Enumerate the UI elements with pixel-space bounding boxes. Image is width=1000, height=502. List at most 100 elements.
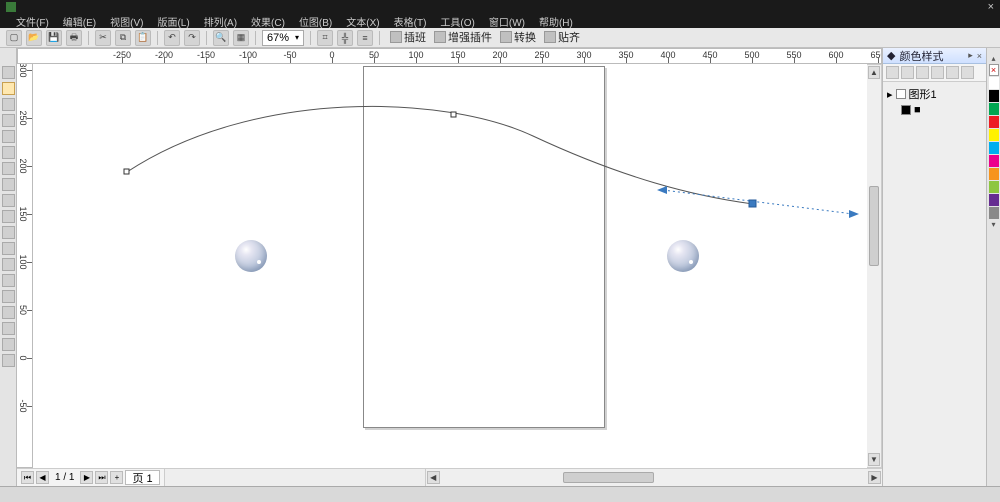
plugin-button[interactable]: 增强插件 (430, 29, 496, 45)
polygon-tool[interactable] (2, 194, 15, 207)
vertical-scrollbar[interactable]: ▲ ▼ (867, 64, 882, 468)
rectangle-tool[interactable] (2, 162, 15, 175)
color-swatch[interactable] (989, 207, 999, 219)
menu-item[interactable]: 工具(O) (440, 14, 474, 29)
text-tool[interactable] (2, 226, 15, 239)
horizontal-scrollbar[interactable]: ◀ ▶ (425, 469, 882, 486)
crop-tool[interactable] (2, 98, 15, 111)
panel-menu-icon[interactable]: ▸ (968, 50, 973, 61)
expand-icon[interactable]: ▸ (887, 88, 893, 101)
color-swatch[interactable] (989, 90, 999, 102)
grid-icon[interactable]: ▦ (233, 30, 249, 46)
panel-close-icon[interactable]: × (977, 51, 982, 61)
plugin-page-icon (500, 31, 512, 43)
freehand-tool[interactable] (2, 130, 15, 143)
smart-fill-tool[interactable] (2, 146, 15, 159)
scroll-down-icon[interactable]: ▼ (868, 453, 880, 466)
color-swatch[interactable] (989, 77, 999, 89)
color-swatch[interactable] (989, 116, 999, 128)
plugin-page-icon (390, 31, 402, 43)
zoom-tool[interactable] (2, 114, 15, 127)
cut-icon[interactable]: ✂ (95, 30, 111, 46)
interactive-fill-tool[interactable] (2, 354, 15, 367)
palette-down-icon[interactable]: ▾ (991, 220, 995, 229)
window-close-icon[interactable]: × (988, 1, 994, 13)
redo-icon[interactable]: ↷ (184, 30, 200, 46)
connector-tool[interactable] (2, 274, 15, 287)
scroll-right-icon[interactable]: ▶ (868, 471, 881, 484)
panel-tool-3[interactable] (916, 66, 929, 79)
color-swatch[interactable] (989, 155, 999, 167)
color-swatch[interactable] (989, 194, 999, 206)
guide-icon[interactable]: ╬ (337, 30, 353, 46)
align-icon[interactable]: ≡ (357, 30, 373, 46)
menu-item[interactable]: 位图(B) (299, 14, 332, 29)
save-icon[interactable]: 💾 (46, 30, 62, 46)
page-add-icon[interactable]: + (110, 471, 123, 484)
fill-tool[interactable] (2, 338, 15, 351)
menu-item[interactable]: 编辑(E) (63, 14, 96, 29)
outline-tool[interactable] (2, 322, 15, 335)
hscroll-thumb[interactable] (563, 472, 654, 483)
chevron-down-icon: ▾ (295, 33, 299, 42)
interactive-tool[interactable] (2, 290, 15, 303)
scroll-thumb[interactable] (869, 186, 879, 266)
scroll-left-icon[interactable]: ◀ (427, 471, 440, 484)
palette-up-icon[interactable]: ▴ (991, 54, 995, 63)
scroll-up-icon[interactable]: ▲ (868, 66, 880, 79)
basic-shapes-tool[interactable] (2, 210, 15, 223)
edit-curve-overlay (33, 64, 882, 468)
new-icon[interactable]: ▢ (6, 30, 22, 46)
menu-item[interactable]: 窗口(W) (489, 14, 525, 29)
menu-item[interactable]: 表格(T) (394, 14, 427, 29)
shape-tool[interactable] (2, 82, 15, 95)
undo-icon[interactable]: ↶ (164, 30, 180, 46)
zoom-value: 67% (267, 32, 289, 44)
canvas[interactable] (33, 64, 882, 468)
pick-tool[interactable] (2, 66, 15, 79)
search-icon[interactable]: 🔍 (213, 30, 229, 46)
snap-icon[interactable]: ⌗ (317, 30, 333, 46)
menu-item[interactable]: 效果(C) (251, 14, 285, 29)
menu-item[interactable]: 文本(X) (346, 14, 379, 29)
menu-item[interactable]: 帮助(H) (539, 14, 573, 29)
table-tool[interactable] (2, 242, 15, 255)
menu-item[interactable]: 排列(A) (204, 14, 237, 29)
color-swatch[interactable] (989, 168, 999, 180)
plugin-button[interactable]: 贴齐 (540, 29, 584, 45)
ellipse-tool[interactable] (2, 178, 15, 191)
layer-row[interactable]: ▸ 图形1 (887, 86, 982, 102)
no-fill-swatch[interactable]: × (989, 64, 999, 76)
page-last-icon[interactable]: ⏭ (95, 471, 108, 484)
plugin-button[interactable]: 插班 (386, 29, 430, 45)
panel-tool-4[interactable] (931, 66, 944, 79)
node-start[interactable] (124, 169, 129, 174)
eyedropper-tool[interactable] (2, 306, 15, 319)
color-swatch[interactable] (989, 129, 999, 141)
paste-icon[interactable]: 📋 (135, 30, 151, 46)
dimension-tool[interactable] (2, 258, 15, 271)
panel-tool-5[interactable] (946, 66, 959, 79)
layer-subrow[interactable]: ■ (887, 104, 982, 116)
node-selected[interactable] (749, 200, 756, 207)
page-first-icon[interactable]: ⏮ (21, 471, 34, 484)
page-tab[interactable]: 页 1 (125, 470, 159, 485)
menu-item[interactable]: 文件(F) (16, 14, 49, 29)
node-mid[interactable] (451, 112, 456, 117)
menu-item[interactable]: 视图(V) (110, 14, 143, 29)
panel-tool-1[interactable] (886, 66, 899, 79)
status-bar (0, 486, 1000, 502)
print-icon[interactable]: 🖶 (66, 30, 82, 46)
zoom-combo[interactable]: 67% ▾ (262, 30, 304, 46)
color-swatch[interactable] (989, 142, 999, 154)
page-next-icon[interactable]: ▶ (80, 471, 93, 484)
panel-tool-2[interactable] (901, 66, 914, 79)
panel-tool-6[interactable] (961, 66, 974, 79)
menu-item[interactable]: 版面(L) (157, 14, 189, 29)
color-swatch[interactable] (989, 103, 999, 115)
copy-icon[interactable]: ⧉ (115, 30, 131, 46)
plugin-button[interactable]: 转换 (496, 29, 540, 45)
open-icon[interactable]: 📂 (26, 30, 42, 46)
page-prev-icon[interactable]: ◀ (36, 471, 49, 484)
color-swatch[interactable] (989, 181, 999, 193)
